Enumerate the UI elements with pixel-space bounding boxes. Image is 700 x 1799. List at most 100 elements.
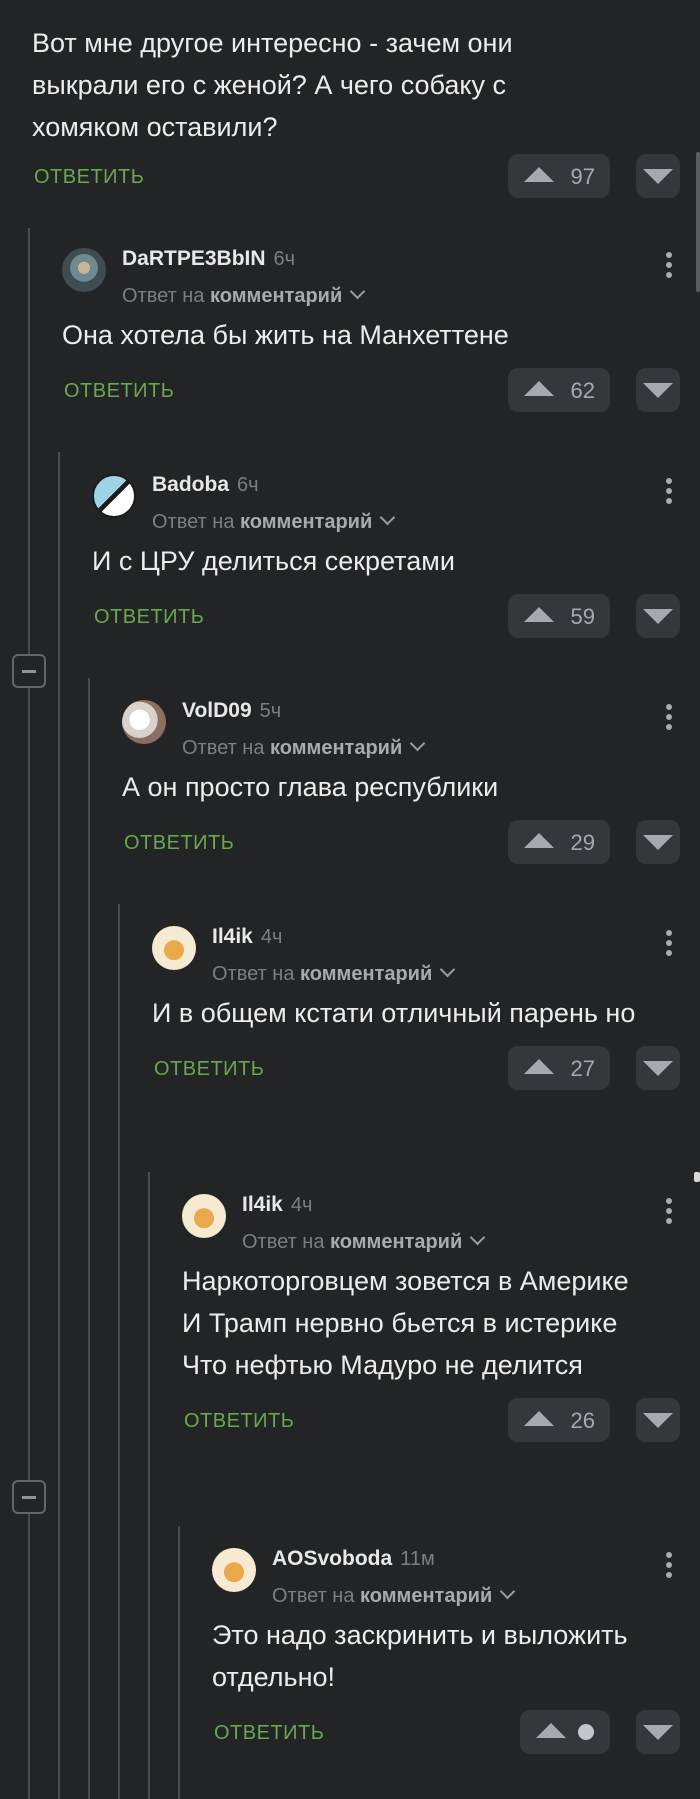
- reply-target[interactable]: комментарий: [210, 285, 342, 307]
- upvote-button[interactable]: [520, 1710, 610, 1754]
- avatar[interactable]: [212, 1548, 256, 1592]
- username-text[interactable]: AOSvoboda: [272, 1547, 392, 1570]
- kebab-menu-icon[interactable]: [666, 1198, 672, 1228]
- comment-text: Она хотела бы жить на Манхеттене: [62, 320, 509, 350]
- reply-button[interactable]: ОТВЕТИТЬ: [154, 1058, 264, 1081]
- root-comment: Вот мне другое интересно - зачем они вык…: [32, 22, 700, 202]
- timestamp: 6ч: [237, 474, 259, 496]
- comment-item: DaRTPE3BbIN 6ч Ответ на комментарий Она х…: [62, 240, 700, 416]
- chevron-down-icon: [439, 961, 456, 978]
- thread-line: [88, 678, 90, 1799]
- collapse-minus-icon[interactable]: [12, 654, 46, 688]
- avatar[interactable]: [152, 926, 196, 970]
- downvote-triangle-icon: [643, 169, 673, 184]
- thread-line: [148, 1172, 150, 1799]
- username[interactable]: VolD09 5ч: [182, 699, 281, 723]
- username-text[interactable]: Il4ik: [242, 1193, 283, 1216]
- downvote-button[interactable]: [636, 820, 680, 864]
- downvote-button[interactable]: [636, 1398, 680, 1442]
- reply-prefix: Ответ на: [212, 963, 295, 985]
- reply-to-link[interactable]: Ответ на комментарий: [212, 961, 456, 986]
- upvote-button[interactable]: 97: [508, 154, 610, 198]
- chevron-down-icon: [349, 283, 366, 300]
- timestamp: 4ч: [290, 1194, 313, 1216]
- comment-text: А он просто глава республики: [122, 772, 499, 802]
- reply-to-link[interactable]: Ответ на комментарий: [272, 1583, 516, 1608]
- reply-button[interactable]: ОТВЕТИТЬ: [94, 606, 204, 629]
- upvote-triangle-icon: [524, 167, 554, 182]
- comment-header: Badoba 6ч Ответ на комментарий: [92, 466, 700, 540]
- comment-item: Il4ik 4ч Ответ на комментарий И в общем к…: [152, 918, 700, 1094]
- avatar[interactable]: [122, 700, 166, 744]
- reply-target[interactable]: комментарий: [360, 1585, 492, 1607]
- downvote-button[interactable]: [636, 1046, 680, 1090]
- reply-button[interactable]: ОТВЕТИТЬ: [214, 1722, 324, 1745]
- reply-target[interactable]: комментарий: [330, 1231, 462, 1253]
- username-text[interactable]: DaRTPE3BbIN: [122, 247, 266, 270]
- kebab-menu-icon[interactable]: [666, 704, 672, 734]
- reply-prefix: Ответ на: [122, 285, 205, 307]
- reply-target[interactable]: комментарий: [240, 511, 372, 533]
- reply-target[interactable]: комментарий: [270, 737, 402, 759]
- downvote-button[interactable]: [636, 368, 680, 412]
- downvote-triangle-icon: [643, 1725, 673, 1740]
- downvote-button[interactable]: [636, 594, 680, 638]
- kebab-menu-icon[interactable]: [666, 478, 672, 508]
- chevron-down-icon: [379, 509, 396, 526]
- username[interactable]: Il4ik 4ч: [242, 1193, 312, 1217]
- comment-actions: ОТВЕТИТЬ: [212, 1710, 700, 1758]
- timestamp: 4ч: [260, 926, 283, 948]
- reply-button[interactable]: ОТВЕТИТЬ: [64, 380, 174, 403]
- reply-to-link[interactable]: Ответ на комментарий: [122, 283, 366, 308]
- upvote-button[interactable]: 27: [508, 1046, 610, 1090]
- collapse-minus-icon[interactable]: [12, 1480, 46, 1514]
- thread-line: [58, 452, 60, 1799]
- upvote-triangle-icon: [536, 1723, 566, 1738]
- reply-button[interactable]: ОТВЕТИТЬ: [184, 1410, 294, 1433]
- reply-to-link[interactable]: Ответ на комментарий: [182, 735, 426, 760]
- comment-item: Il4ik 4ч Ответ на комментарий Наркоторгов…: [182, 1186, 700, 1446]
- reply-prefix: Ответ на: [272, 1585, 355, 1607]
- username-text[interactable]: Il4ik: [212, 925, 253, 948]
- username-text[interactable]: Badoba: [152, 473, 229, 496]
- reply-to-link[interactable]: Ответ на комментарий: [242, 1229, 486, 1254]
- upvote-button[interactable]: 59: [508, 594, 610, 638]
- comment-actions: ОТВЕТИТЬ 62: [62, 368, 700, 416]
- username[interactable]: DaRTPE3BbIN 6ч: [122, 247, 295, 271]
- avatar[interactable]: [62, 248, 106, 292]
- comment-header: Il4ik 4ч Ответ на комментарий: [182, 1186, 700, 1260]
- reply-button[interactable]: ОТВЕТИТЬ: [34, 166, 144, 189]
- reply-prefix: Ответ на: [182, 737, 265, 759]
- avatar[interactable]: [182, 1194, 226, 1238]
- avatar[interactable]: [92, 474, 136, 518]
- comment-text: Вот мне другое интересно - зачем они вык…: [32, 28, 513, 142]
- chevron-down-icon: [469, 1229, 486, 1246]
- rating-count: 26: [570, 1408, 595, 1433]
- kebab-menu-icon[interactable]: [666, 252, 672, 282]
- thread-line: [28, 228, 30, 1799]
- username-text[interactable]: VolD09: [182, 699, 252, 722]
- downvote-button[interactable]: [636, 1710, 680, 1754]
- comment-actions: ОТВЕТИТЬ 29: [122, 820, 700, 868]
- comment-header: VolD09 5ч Ответ на комментарий: [122, 692, 700, 766]
- reply-target[interactable]: комментарий: [300, 963, 432, 985]
- downvote-triangle-icon: [643, 383, 673, 398]
- kebab-menu-icon[interactable]: [666, 930, 672, 960]
- upvote-button[interactable]: 29: [508, 820, 610, 864]
- downvote-button[interactable]: [636, 154, 680, 198]
- rating-hidden-dot: [578, 1724, 594, 1740]
- username[interactable]: Badoba 6ч: [152, 473, 259, 497]
- username[interactable]: AOSvoboda 11м: [272, 1547, 435, 1571]
- rating-count: 29: [570, 830, 595, 855]
- upvote-button[interactable]: 62: [508, 368, 610, 412]
- username[interactable]: Il4ik 4ч: [212, 925, 282, 949]
- rating-count: 97: [570, 164, 595, 189]
- upvote-button[interactable]: 26: [508, 1398, 610, 1442]
- reply-to-link[interactable]: Ответ на комментарий: [152, 509, 396, 534]
- reply-button[interactable]: ОТВЕТИТЬ: [124, 832, 234, 855]
- reply-prefix: Ответ на: [242, 1231, 325, 1253]
- comment-header: DaRTPE3BbIN 6ч Ответ на комментарий: [62, 240, 700, 314]
- kebab-menu-icon[interactable]: [666, 1552, 672, 1582]
- comment-text: Это надо заскринить и выложить отдельно!: [212, 1620, 628, 1692]
- rating-count: 27: [570, 1056, 595, 1081]
